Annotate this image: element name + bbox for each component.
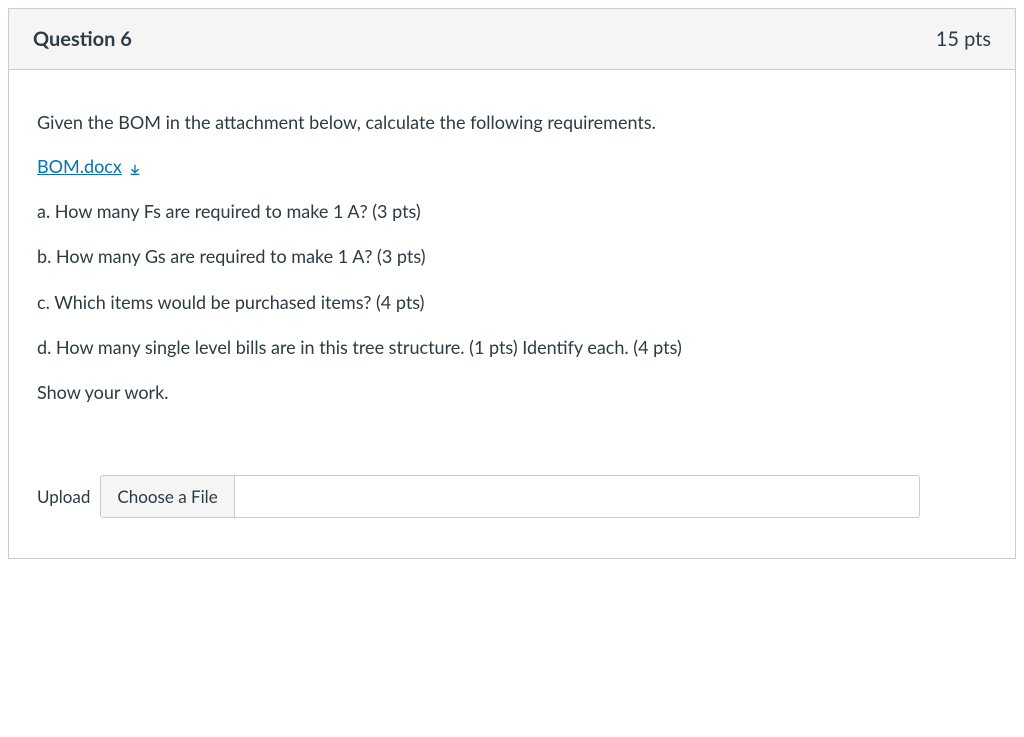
file-input-group: Choose a File bbox=[100, 475, 920, 518]
attachment-link[interactable]: BOM.docx bbox=[37, 155, 142, 177]
question-closing: Show your work. bbox=[37, 380, 987, 405]
attachment-filename: BOM.docx bbox=[37, 155, 122, 177]
question-body: Given the BOM in the attachment below, c… bbox=[9, 70, 1015, 558]
question-part-b: b. How many Gs are required to make 1 A?… bbox=[37, 244, 987, 269]
download-icon bbox=[128, 159, 142, 173]
question-title: Question 6 bbox=[33, 27, 132, 51]
question-header: Question 6 15 pts bbox=[9, 9, 1015, 70]
question-part-c: c. Which items would be purchased items?… bbox=[37, 290, 987, 315]
upload-label: Upload bbox=[37, 486, 90, 507]
choose-file-button[interactable]: Choose a File bbox=[100, 475, 234, 518]
attachment-row: BOM.docx bbox=[37, 155, 987, 177]
question-part-a: a. How many Fs are required to make 1 A?… bbox=[37, 199, 987, 224]
question-card: Question 6 15 pts Given the BOM in the a… bbox=[8, 8, 1016, 559]
question-part-d: d. How many single level bills are in th… bbox=[37, 335, 987, 360]
question-intro: Given the BOM in the attachment below, c… bbox=[37, 110, 987, 135]
file-display-field[interactable] bbox=[235, 475, 921, 518]
question-points: 15 pts bbox=[936, 27, 991, 51]
upload-section: Upload Choose a File bbox=[37, 475, 987, 518]
